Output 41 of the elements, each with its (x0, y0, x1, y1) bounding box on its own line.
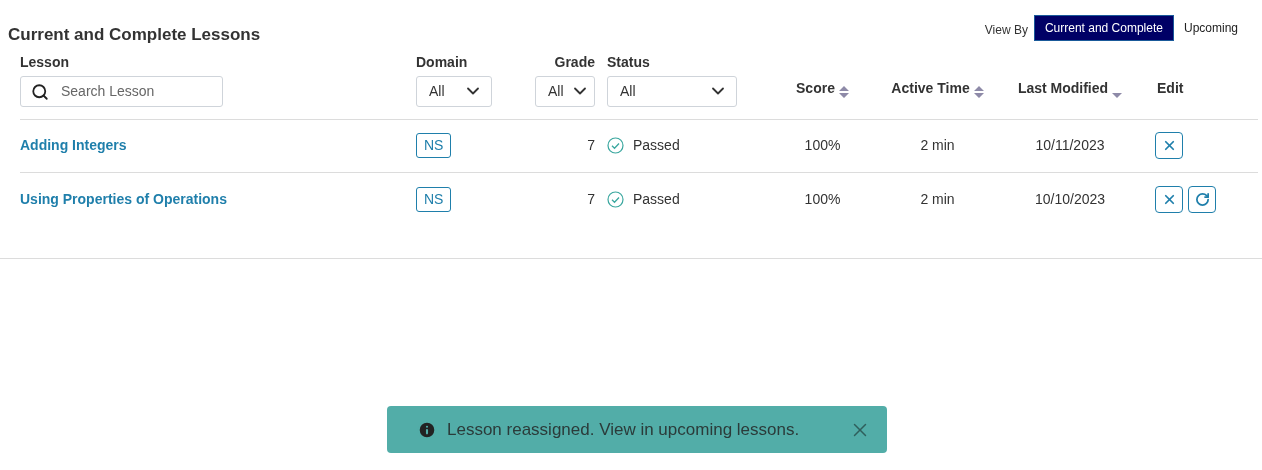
grade-cell-text: 7 (587, 189, 595, 209)
status-cell-text: Passed (633, 189, 680, 209)
column-header[interactable]: Active Time (891, 77, 970, 99)
score-cell-text: 100% (804, 136, 841, 155)
toast-message: Lesson reassigned. View in upcoming lessons. (447, 418, 800, 441)
domain-tag: NS (416, 186, 452, 212)
date-cell-text: 10/10/2023 (1034, 189, 1106, 209)
view-tab[interactable]: Upcoming (1173, 14, 1248, 41)
info-icon (417, 419, 437, 440)
lesson-link[interactable]: Using Properties of Operations (20, 188, 227, 210)
active-time-cell-text: 2 min (920, 189, 955, 209)
domain-select[interactable]: All (416, 75, 492, 107)
score-cell-text: 100% (804, 189, 841, 209)
column-header[interactable]: Last Modified (1017, 77, 1109, 99)
domain-tag: NS (416, 133, 452, 158)
sort-icon[interactable] (838, 84, 849, 99)
check-circle-icon (607, 137, 624, 154)
view-tab[interactable]: Current and Complete (1033, 14, 1174, 41)
sort-icon[interactable] (973, 84, 984, 99)
search-field[interactable]: Search Lesson (20, 75, 223, 107)
reassign-button[interactable] (1188, 185, 1216, 213)
grade-select[interactable]: All (535, 75, 595, 107)
column-header: Status (607, 52, 651, 72)
column-header[interactable]: Score (796, 77, 835, 99)
column-header: Lesson (20, 52, 70, 72)
column-header: Grade (554, 52, 595, 72)
grade-cell-text: 7 (587, 136, 595, 155)
status-cell-text: Passed (633, 136, 680, 155)
date-cell-text: 10/11/2023 (1035, 136, 1105, 155)
remove-button[interactable] (1155, 132, 1183, 159)
view-by-label: View By (984, 21, 1028, 39)
lesson-link[interactable]: Adding Integers (20, 135, 127, 156)
refresh-icon (1194, 191, 1210, 207)
active-time-cell-text: 2 min (920, 136, 955, 155)
column-header: Domain (416, 52, 469, 72)
status-select[interactable]: All (607, 75, 737, 107)
search-icon (31, 82, 49, 101)
remove-button[interactable] (1155, 185, 1183, 213)
page-title: Current and Complete Lessons (8, 24, 261, 46)
check-circle-icon (607, 190, 624, 208)
column-header: Edit (1157, 78, 1184, 98)
